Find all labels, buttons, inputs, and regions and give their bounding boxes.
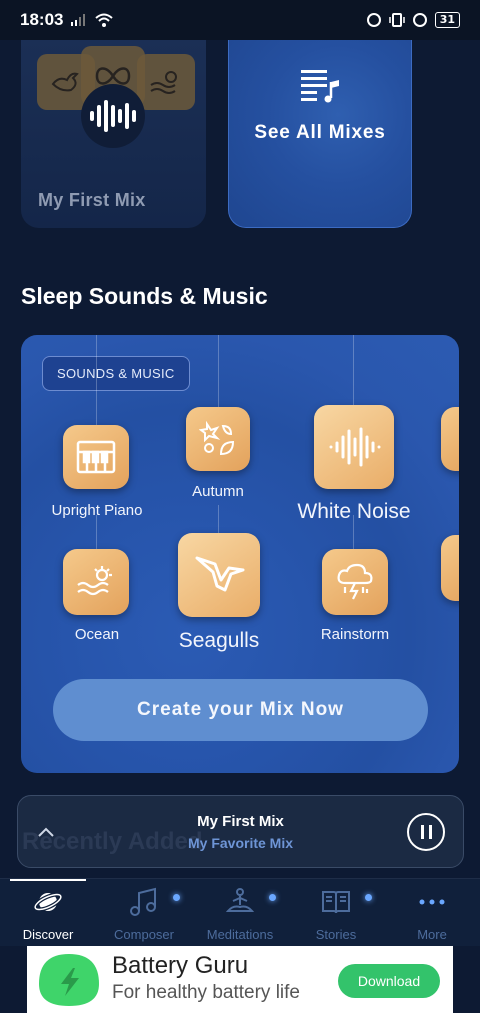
tab-label: Stories	[315, 927, 357, 942]
leaves-icon	[199, 420, 235, 456]
create-mix-button[interactable]: Create your Mix Now	[53, 679, 428, 741]
tab-label: Meditations	[206, 927, 274, 942]
sound-wave-icon	[81, 84, 145, 148]
signal-icon	[71, 14, 86, 26]
status-time: 18:03	[20, 10, 64, 29]
mini-player[interactable]: Recently Added My First Mix My Favorite …	[17, 795, 464, 868]
storm-cloud-icon	[337, 563, 373, 600]
sound-wave-icon	[329, 427, 381, 467]
sound-label-white-noise: White Noise	[297, 500, 411, 523]
ad-banner[interactable]: Battery Guru For healthy battery life Do…	[27, 946, 453, 1013]
ad-subtitle: For healthy battery life	[112, 982, 300, 1003]
tab-label: Composer	[114, 927, 174, 942]
battery-indicator: 31	[434, 12, 460, 28]
playlist-icon	[301, 70, 339, 103]
status-bar: 18:03 31	[0, 0, 480, 40]
tab-label: Discover	[22, 927, 74, 942]
wifi-icon	[95, 13, 114, 27]
sound-tile-autumn[interactable]	[186, 407, 250, 471]
sound-label-upright-piano: Upright Piano	[51, 502, 143, 519]
new-indicator-dot	[365, 894, 372, 901]
sound-label-autumn: Autumn	[192, 483, 244, 500]
see-all-mixes-card[interactable]: See All Mixes	[228, 40, 412, 228]
sun-waves-tile-icon	[137, 54, 195, 110]
sound-label-rainstorm: Rainstorm	[320, 626, 390, 643]
sounds-music-tag: SOUNDS & MUSIC	[42, 356, 190, 391]
music-note-icon	[130, 887, 156, 916]
sounds-music-panel[interactable]: SOUNDS & MUSIC Upright Piano Autumn Whit…	[21, 335, 459, 773]
tab-more[interactable]: More	[384, 879, 480, 947]
section-title: Sleep Sounds & Music	[21, 283, 268, 309]
sound-label-ocean: Ocean	[74, 626, 120, 643]
see-all-mixes-label: See All Mixes	[254, 122, 386, 143]
sound-tile-partial[interactable]	[441, 407, 459, 471]
lock-icon	[412, 13, 427, 27]
book-icon	[322, 891, 350, 914]
tile-string	[96, 335, 97, 425]
sound-tile-white-noise[interactable]	[314, 405, 394, 489]
tab-label: More	[417, 927, 447, 942]
more-dots-icon	[419, 899, 445, 905]
ad-title: Battery Guru	[112, 952, 249, 979]
my-mix-card[interactable]: My First Mix	[21, 40, 206, 228]
piano-icon	[76, 440, 116, 474]
seagull-icon	[195, 556, 245, 592]
tile-string	[218, 505, 219, 533]
sound-tile-partial[interactable]	[441, 535, 459, 601]
tile-string	[353, 335, 354, 407]
tab-meditations[interactable]: Meditations	[192, 879, 288, 947]
bottom-tab-bar: Discover Composer Meditations Stories Mo…	[0, 878, 480, 946]
sound-tile-upright-piano[interactable]	[63, 425, 129, 489]
alarm-icon	[366, 13, 381, 27]
tab-discover[interactable]: Discover	[0, 879, 96, 947]
sound-tile-ocean[interactable]	[63, 549, 129, 615]
new-indicator-dot	[173, 894, 180, 901]
player-title: My First Mix	[197, 813, 284, 830]
tile-string	[218, 335, 219, 407]
tile-string	[96, 515, 97, 550]
vibrate-icon	[388, 13, 405, 27]
meditation-icon	[225, 888, 255, 912]
tab-stories[interactable]: Stories	[288, 879, 384, 947]
sound-tile-rainstorm[interactable]	[322, 549, 388, 615]
player-subtitle: My Favorite Mix	[187, 835, 294, 851]
planet-icon	[33, 892, 63, 912]
battery-guru-logo-icon	[39, 954, 99, 1006]
sound-label-seagulls: Seagulls	[178, 629, 260, 652]
mix-name: My First Mix	[38, 190, 146, 210]
tab-composer[interactable]: Composer	[96, 879, 192, 947]
ad-download-button[interactable]: Download	[338, 964, 440, 998]
sound-tile-seagulls[interactable]	[178, 533, 260, 617]
pause-button[interactable]	[407, 813, 445, 851]
sun-waves-icon	[77, 566, 112, 596]
new-indicator-dot	[269, 894, 276, 901]
